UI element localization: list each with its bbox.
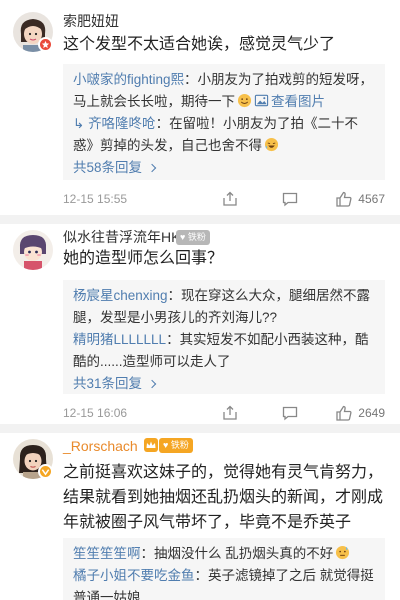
more-replies-label: 共58条回复 <box>73 160 143 175</box>
fan-badge[interactable]: ♥ 铁粉 <box>159 438 193 453</box>
comment-text: 这个发型不太适合她诶，感觉灵气少了 <box>63 36 336 53</box>
smile-emoji-icon <box>237 93 252 108</box>
chevron-right-icon <box>147 379 157 389</box>
chevron-right-icon <box>147 163 157 173</box>
share-icon[interactable] <box>221 404 239 422</box>
reply-item[interactable]: 小啵家的fighting熙：小朋友为了拍戏剪的短发呀，马上就会长长啦，期待一下查… <box>73 69 377 113</box>
reply-box: 笙笙笙笙啊：抽烟没什么 乱扔烟头真的不好 橘子小姐不要吃金鱼：英子滤镜掉了之后 … <box>63 538 385 600</box>
comment-text: 她的造型师怎么回事？ <box>63 250 224 267</box>
fan-badge-label: 铁粉 <box>170 440 189 450</box>
avatar[interactable] <box>13 230 53 270</box>
sweat-emoji-icon <box>336 545 350 560</box>
like-count: 4567 <box>358 192 385 206</box>
comment-time: 12-15 15:55 <box>63 192 128 206</box>
laugh-emoji-icon <box>264 137 279 152</box>
comment-2: 似水往昔浮流年HK ♥ 铁粉 她的造型师怎么回事？ 杨宸星chenxing：现在… <box>0 224 400 424</box>
reply-item[interactable]: 橘子小姐不要吃金鱼：英子滤镜掉了之后 就觉得挺普通一姑娘 <box>73 565 377 600</box>
reply-username[interactable]: 笙笙笙笙啊 <box>73 546 141 561</box>
comment-meta: 12-15 16:06 2649 <box>63 404 385 424</box>
divider <box>0 215 400 224</box>
fan-badge-label: 铁粉 <box>187 232 206 242</box>
more-replies-link[interactable]: 共31条回复 <box>73 373 157 395</box>
like-count: 2649 <box>358 406 385 420</box>
view-image-link[interactable]: 查看图片 <box>252 94 325 109</box>
fan-badge-icon: ♥ <box>180 232 186 242</box>
comment-icon[interactable] <box>281 190 299 208</box>
comment-username[interactable]: 索肥妞妞 <box>63 12 119 30</box>
comment-1: 索肥妞妞 这个发型不太适合她诶，感觉灵气少了 小啵家的fighting熙：小朋友… <box>0 0 400 215</box>
reply-username-text: 齐咯隆咚呛 <box>88 116 156 131</box>
reply-username[interactable]: ↳ 齐咯隆咚呛 <box>73 116 156 131</box>
verified-badge-icon <box>38 37 53 52</box>
vip-badge-icon <box>38 464 53 479</box>
reply-username[interactable]: 小啵家的fighting熙 <box>73 72 184 87</box>
reply-arrow: ↳ <box>73 116 89 131</box>
reply-username[interactable]: 杨宸星chenxing <box>73 288 168 303</box>
reply-item[interactable]: 笙笙笙笙啊：抽烟没什么 乱扔烟头真的不好 <box>73 543 377 565</box>
reply-separator: ： <box>166 332 180 347</box>
more-replies-link[interactable]: 共58条回复 <box>73 157 157 179</box>
share-icon[interactable] <box>221 190 239 208</box>
more-replies-label: 共31条回复 <box>73 376 143 391</box>
reply-text: 抽烟没什么 乱扔烟头真的不好 <box>154 546 334 561</box>
comment-username[interactable]: _Rorschach <box>63 437 138 455</box>
reply-separator: ： <box>184 72 198 87</box>
comment-meta: 12-15 15:55 4567 <box>63 190 385 210</box>
reply-separator: ： <box>194 568 209 583</box>
reply-username[interactable]: 精明猪LLLLLLL <box>73 332 166 347</box>
reply-separator: ： <box>140 546 155 561</box>
vip-crown-icon[interactable] <box>144 438 158 452</box>
reply-item[interactable]: 精明猪LLLLLLL：其实短发不如配小西装这种，酷酷的......造型师可以走人… <box>73 329 377 373</box>
comment-username[interactable]: 似水往昔浮流年HK <box>63 228 180 246</box>
reply-box: 杨宸星chenxing：现在穿这么大众，腿细居然不露腿，发型是小男孩儿的齐刘海儿… <box>63 280 385 394</box>
divider <box>0 424 400 433</box>
comment-time: 12-15 16:06 <box>63 406 128 420</box>
reply-item[interactable]: 杨宸星chenxing：现在穿这么大众，腿细居然不露腿，发型是小男孩儿的齐刘海儿… <box>73 285 377 329</box>
image-icon <box>254 94 269 107</box>
like-icon[interactable] <box>335 404 353 422</box>
reply-username[interactable]: 橘子小姐不要吃金鱼 <box>73 568 195 583</box>
view-image-label: 查看图片 <box>271 94 325 109</box>
comment-icon[interactable] <box>281 404 299 422</box>
reply-item[interactable]: ↳ 齐咯隆咚呛：在留啦！小朋友为了拍《二十不惑》剪掉的头发，自己也舍不得 <box>73 113 377 157</box>
comment-text: 之前挺喜欢这妹子的，觉得她有灵气肯努力，结果就看到她抽烟还乱扔烟头的新闻，才刚成… <box>63 464 384 531</box>
reply-separator: ： <box>155 116 170 131</box>
fan-badge[interactable]: ♥ 铁粉 <box>176 230 210 245</box>
reply-separator: ： <box>167 288 182 303</box>
fan-badge-icon: ♥ <box>163 440 169 450</box>
reply-box: 小啵家的fighting熙：小朋友为了拍戏剪的短发呀，马上就会长长啦，期待一下查… <box>63 64 385 180</box>
like-icon[interactable] <box>335 190 353 208</box>
comment-3: _Rorschach ♥ 铁粉 之前挺喜欢这妹子的，觉得她有灵气肯努力，结果就看… <box>0 433 400 600</box>
